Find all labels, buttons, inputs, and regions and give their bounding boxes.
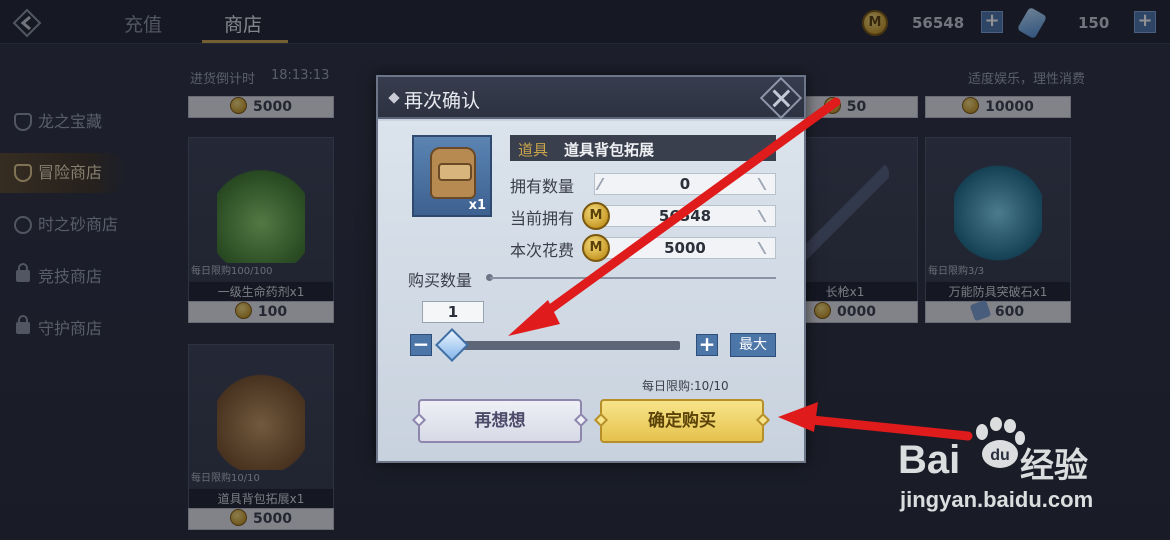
watermark-url: jingyan.baidu.com bbox=[900, 487, 1094, 512]
backpack-icon bbox=[430, 147, 476, 199]
current-value: 56548 bbox=[594, 205, 776, 227]
item-type: 道具 bbox=[518, 141, 549, 159]
confirm-purchase-dialog: 再次确认 x1 道具 道具背包拓展 拥有数量 0 当前拥有 M 56548 本次… bbox=[376, 75, 806, 463]
item-count: x1 bbox=[468, 198, 486, 213]
divider-line bbox=[490, 277, 776, 279]
baidu-logo: Bai bbox=[898, 438, 961, 482]
diamond-icon bbox=[388, 92, 400, 104]
diamond-icon bbox=[593, 412, 609, 428]
decrease-quantity-button[interactable]: − bbox=[410, 334, 432, 356]
diamond-icon bbox=[411, 412, 427, 428]
gold-coin-icon: M bbox=[582, 202, 610, 230]
increase-quantity-button[interactable]: + bbox=[696, 334, 718, 356]
owned-label: 拥有数量 bbox=[510, 177, 575, 196]
daily-limit-text: 每日限购:10/10 bbox=[642, 379, 729, 393]
cancel-button-label: 再想想 bbox=[474, 411, 526, 431]
cancel-button[interactable]: 再想想 bbox=[411, 399, 589, 443]
confirm-button-label: 确定购买 bbox=[648, 411, 716, 431]
baidu-paw-text: du bbox=[990, 447, 1010, 464]
diamond-icon bbox=[755, 412, 771, 428]
quantity-slider-handle[interactable] bbox=[435, 328, 469, 362]
cost-value: 5000 bbox=[594, 237, 776, 259]
quantity-slider-track[interactable] bbox=[454, 341, 680, 350]
cost-label: 本次花费 bbox=[510, 241, 575, 260]
gold-coin-icon: M bbox=[582, 234, 610, 262]
quantity-input[interactable]: 1 bbox=[422, 301, 484, 323]
diamond-icon bbox=[573, 412, 589, 428]
quantity-label: 购买数量 bbox=[408, 271, 473, 290]
dialog-title-bar: 再次确认 bbox=[378, 76, 804, 120]
dialog-body: x1 道具 道具背包拓展 拥有数量 0 当前拥有 M 56548 本次花费 M … bbox=[378, 121, 804, 461]
owned-value: 0 bbox=[594, 173, 776, 195]
watermark-title: 经验 bbox=[1020, 446, 1088, 486]
dialog-title: 再次确认 bbox=[404, 90, 481, 112]
current-label: 当前拥有 bbox=[510, 209, 575, 228]
item-name: 道具背包拓展 bbox=[564, 141, 655, 159]
item-preview: x1 bbox=[412, 135, 492, 217]
max-quantity-button[interactable]: 最大 bbox=[730, 333, 776, 357]
close-button[interactable] bbox=[759, 76, 803, 120]
confirm-purchase-button[interactable]: 确定购买 bbox=[593, 399, 771, 443]
item-header: 道具 道具背包拓展 bbox=[510, 135, 776, 161]
